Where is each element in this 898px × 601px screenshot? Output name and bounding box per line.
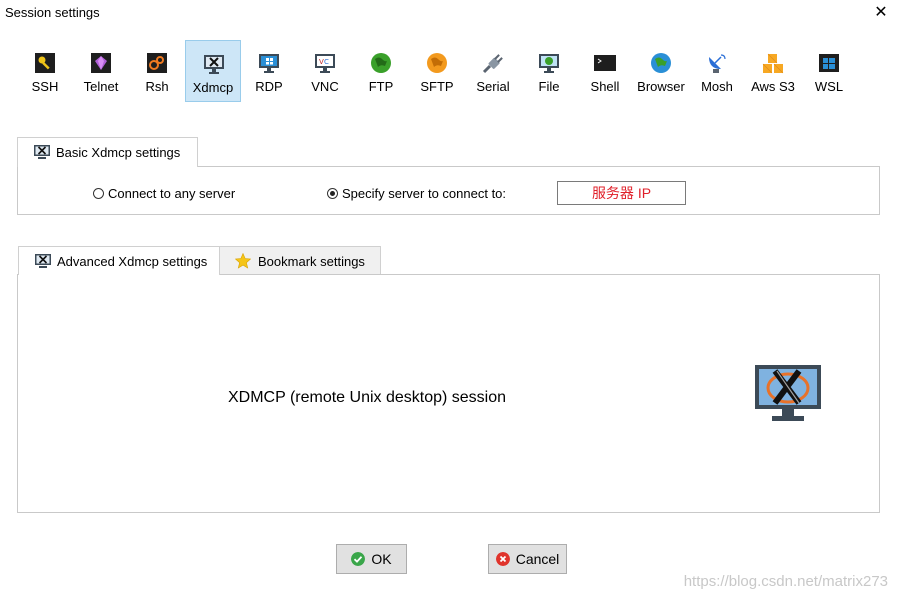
protocol-label: Telnet: [83, 79, 119, 94]
cubes-icon: [762, 53, 784, 74]
protocol-rdp[interactable]: RDP: [241, 40, 297, 102]
protocol-aws-s3[interactable]: Aws S3: [745, 40, 801, 102]
globe-monitor-icon: [539, 54, 559, 73]
title-bar: Session settings ✕: [0, 0, 898, 26]
protocol-vnc[interactable]: V C VNC: [297, 40, 353, 102]
x-monitor-icon: [755, 365, 821, 421]
protocol-label: RDP: [255, 79, 283, 94]
protocol-label: WSL: [814, 79, 844, 94]
tab-label: Bookmark settings: [258, 254, 365, 269]
tab-label: Advanced Xdmcp settings: [57, 254, 208, 269]
check-circle-icon: [351, 552, 366, 566]
satellite-dish-icon: [709, 54, 726, 73]
radio-label: Specify server to connect to:: [342, 186, 507, 201]
protocol-file[interactable]: File: [521, 40, 577, 102]
cancel-label: Cancel: [515, 551, 560, 567]
protocol-label: SFTP: [420, 79, 454, 94]
protocol-ftp[interactable]: FTP: [353, 40, 409, 102]
globe-green-icon: [371, 53, 391, 73]
protocol-label: SSH: [31, 79, 59, 94]
gears-icon: [147, 53, 167, 73]
protocol-label: VNC: [311, 79, 339, 94]
gem-icon: [91, 53, 111, 73]
protocol-label: Shell: [590, 79, 620, 94]
protocol-toolbar: SSH Telnet Rsh Xdmcp RDP V C VNC FTP SFT…: [17, 40, 857, 104]
tab-join: [19, 273, 219, 275]
protocol-serial[interactable]: Serial: [465, 40, 521, 102]
radio-button-off[interactable]: [93, 188, 104, 199]
protocol-sftp[interactable]: SFTP: [409, 40, 465, 102]
protocol-label: Rsh: [145, 79, 169, 94]
protocol-label: Browser: [637, 79, 685, 94]
protocol-label: Serial: [476, 79, 510, 94]
protocol-mosh[interactable]: Mosh: [689, 40, 745, 102]
protocol-wsl[interactable]: WSL: [801, 40, 857, 102]
vnc-monitor-icon: V C: [315, 54, 335, 73]
globe-orange-icon: [427, 53, 447, 73]
star-icon: [235, 253, 251, 269]
tab-advanced-xdmcp-settings[interactable]: Advanced Xdmcp settings: [18, 246, 220, 275]
protocol-browser[interactable]: Browser: [633, 40, 689, 102]
radio-button-on[interactable]: [327, 188, 338, 199]
cancel-circle-icon: [495, 552, 510, 566]
ok-label: OK: [371, 551, 392, 567]
windows-logo-icon: [819, 54, 839, 72]
cancel-button[interactable]: Cancel: [488, 544, 567, 574]
x-monitor-icon: [35, 254, 51, 268]
tab-basic-xdmcp-settings[interactable]: Basic Xdmcp settings: [17, 137, 198, 167]
radio-connect-any[interactable]: Connect to any server: [93, 186, 235, 201]
windows-monitor-icon: [259, 54, 279, 73]
tab-bookmark-settings[interactable]: Bookmark settings: [219, 246, 381, 274]
protocol-label: Aws S3: [751, 79, 795, 94]
protocol-label: Mosh: [701, 79, 733, 94]
protocol-label: File: [538, 79, 560, 94]
close-button[interactable]: ✕: [872, 2, 890, 22]
radio-specify-server[interactable]: Specify server to connect to:: [327, 186, 506, 201]
protocol-label: Xdmcp: [192, 80, 234, 95]
radio-label: Connect to any server: [108, 186, 236, 201]
x-monitor-icon: [204, 55, 224, 74]
protocol-label: FTP: [368, 79, 394, 94]
protocol-shell[interactable]: Shell: [577, 40, 633, 102]
terminal-icon: [594, 55, 616, 71]
protocol-xdmcp[interactable]: Xdmcp: [185, 40, 241, 102]
window-title: Session settings: [5, 5, 100, 20]
x-monitor-icon: [34, 145, 50, 159]
ok-button[interactable]: OK: [336, 544, 407, 574]
session-description: XDMCP (remote Unix desktop) session: [228, 389, 507, 406]
tab-label: Basic Xdmcp settings: [56, 145, 181, 160]
plug-icon: [482, 54, 503, 74]
svg-text:C: C: [324, 58, 329, 66]
tab-join: [18, 165, 197, 167]
protocol-rsh[interactable]: Rsh: [129, 40, 185, 102]
globe-icon: [651, 53, 671, 73]
protocol-ssh[interactable]: SSH: [17, 40, 73, 102]
protocol-telnet[interactable]: Telnet: [73, 40, 129, 102]
server-address-input[interactable]: 服务器 IP: [557, 181, 686, 205]
key-icon: [35, 53, 55, 73]
watermark: https://blog.csdn.net/matrix273: [683, 573, 888, 590]
